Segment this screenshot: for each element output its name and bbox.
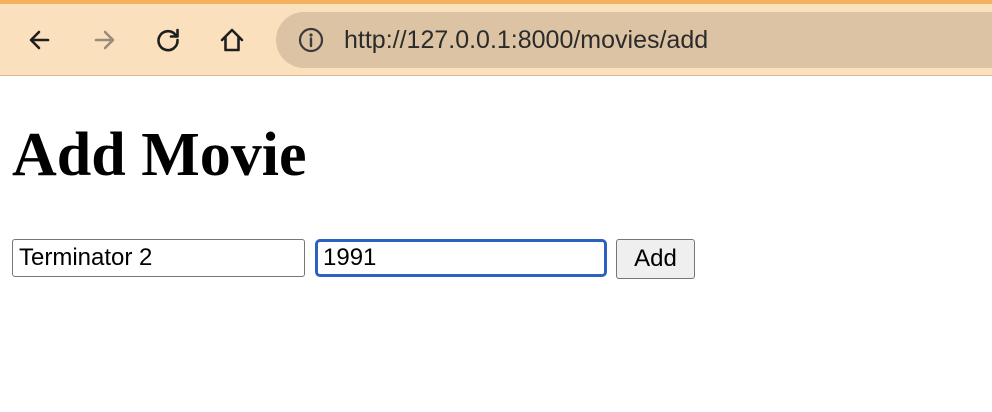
forward-button[interactable] [86,22,122,58]
movie-year-input[interactable] [315,239,607,277]
movie-title-input[interactable] [12,239,305,277]
back-button[interactable] [22,22,58,58]
info-circle-icon[interactable] [298,27,324,53]
address-bar[interactable]: http://127.0.0.1:8000/movies/add [276,12,992,68]
arrow-right-icon [94,30,115,50]
home-button[interactable] [214,22,250,58]
reload-button[interactable] [150,22,186,58]
page-title: Add Movie [12,121,307,189]
reload-icon [157,28,179,52]
browser-toolbar: http://127.0.0.1:8000/movies/add [0,0,992,76]
home-icon [220,28,244,52]
arrow-left-icon [29,30,50,50]
url-text[interactable]: http://127.0.0.1:8000/movies/add [344,26,708,55]
add-button[interactable]: Add [616,239,695,279]
